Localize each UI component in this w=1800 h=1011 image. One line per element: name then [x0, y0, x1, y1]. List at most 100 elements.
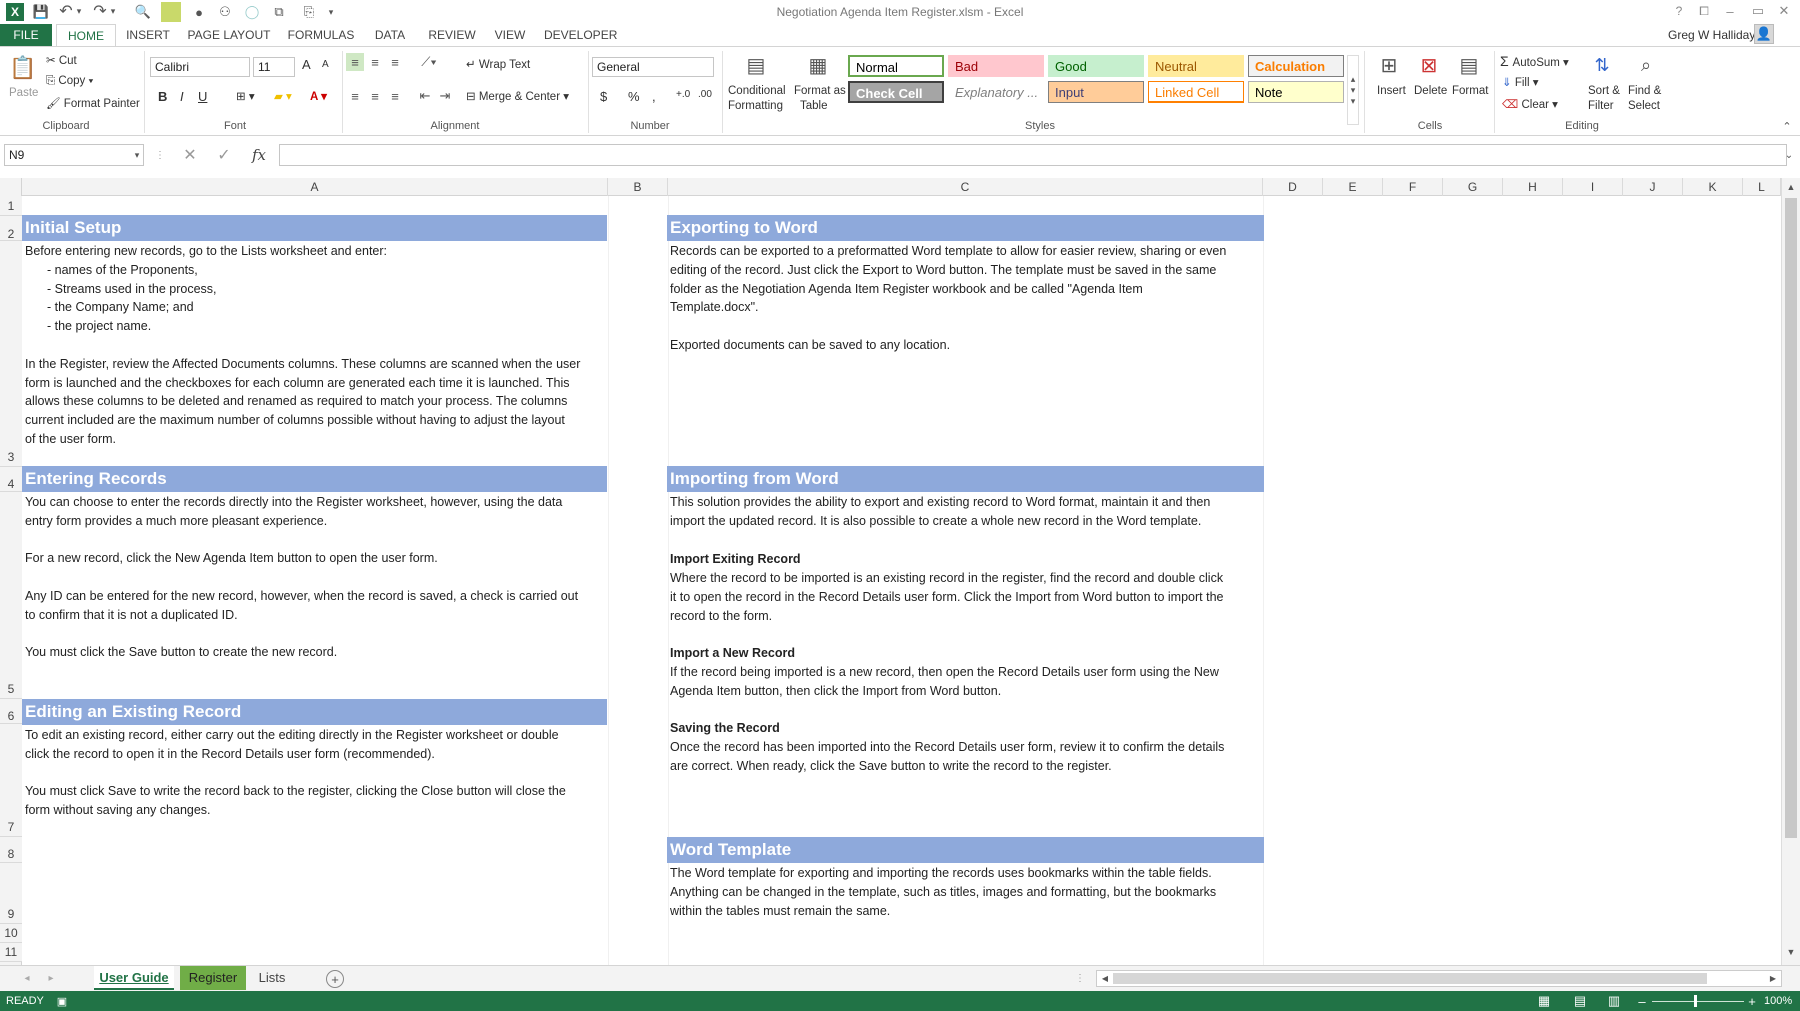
increase-decimal-icon[interactable]: +.0 — [676, 89, 690, 100]
fill-button[interactable]: ⇓ Fill ▾ — [1502, 75, 1539, 89]
row-header[interactable]: 1 — [0, 196, 22, 216]
horizontal-scroll-thumb[interactable] — [1113, 973, 1707, 984]
cell-style-bad[interactable]: Bad — [948, 55, 1044, 77]
tab-file[interactable]: FILE — [0, 24, 52, 47]
cell-style-check-cell[interactable]: Check Cell — [848, 81, 944, 103]
zoom-in-icon[interactable]: + — [1746, 993, 1758, 1009]
increase-indent-icon[interactable]: ⇥ — [436, 87, 454, 105]
tab-developer[interactable]: DEVELOPER — [544, 24, 617, 47]
sheet-tab-register[interactable]: Register — [180, 966, 246, 990]
cell-style-explanatory[interactable]: Explanatory ... — [948, 81, 1044, 103]
binoculars-icon[interactable]: ⌕ — [1632, 51, 1660, 79]
align-center-icon[interactable]: ≡ — [366, 87, 384, 105]
zoom-out-icon[interactable]: – — [1636, 993, 1648, 1009]
avatar[interactable]: 👤 — [1754, 24, 1774, 44]
tab-split-handle-icon[interactable]: ⋮ — [1075, 970, 1085, 986]
row-header[interactable]: 11 — [0, 943, 22, 962]
align-left-icon[interactable]: ≡ — [346, 87, 364, 105]
cell-style-linked-cell[interactable]: Linked Cell — [1148, 81, 1244, 103]
scroll-left-icon[interactable]: ◀ — [1099, 972, 1111, 985]
underline-button[interactable]: U — [198, 89, 207, 104]
column-header-k[interactable]: K — [1683, 178, 1743, 196]
restore-icon[interactable]: ▭ — [1748, 2, 1768, 20]
column-header-l[interactable]: L — [1743, 178, 1781, 196]
comma-button[interactable]: , — [652, 89, 656, 104]
currency-button[interactable]: $ — [600, 89, 607, 104]
zoom-slider-thumb[interactable] — [1694, 995, 1697, 1007]
column-header-a[interactable]: A — [22, 178, 608, 196]
merge-center-button[interactable]: ⊟ Merge & Center ▾ — [466, 89, 569, 103]
tab-page-layout[interactable]: PAGE LAYOUT — [186, 24, 272, 47]
vertical-scroll-thumb[interactable] — [1785, 198, 1797, 838]
column-header-g[interactable]: G — [1443, 178, 1503, 196]
help-icon[interactable]: ? — [1670, 2, 1688, 20]
row-header[interactable]: 6 — [0, 699, 22, 724]
cell-style-normal[interactable]: Normal — [848, 55, 944, 77]
column-header-f[interactable]: F — [1383, 178, 1443, 196]
close-icon[interactable]: ✕ — [1774, 2, 1794, 20]
vertical-scrollbar[interactable]: ▲ ▼ — [1781, 178, 1800, 965]
sort-filter-icon[interactable]: ⇅ — [1588, 51, 1616, 79]
number-format-select[interactable]: General — [592, 57, 714, 77]
name-box[interactable]: N9 — [4, 144, 144, 166]
align-top-icon[interactable]: ≡ — [346, 53, 364, 71]
italic-button[interactable]: I — [180, 89, 184, 104]
row-header[interactable]: 10 — [0, 924, 22, 943]
cell-style-note[interactable]: Note — [1248, 81, 1344, 103]
column-header-j[interactable]: J — [1623, 178, 1683, 196]
cell-style-input[interactable]: Input — [1048, 81, 1144, 103]
macro-record-icon[interactable]: ▣ — [54, 993, 70, 1009]
normal-view-icon[interactable]: ▦ — [1536, 993, 1552, 1009]
format-as-table-label-2[interactable]: Table — [800, 100, 828, 112]
fill-color-icon[interactable]: ▰ ▾ — [274, 89, 292, 103]
tab-insert[interactable]: INSERT — [122, 24, 174, 47]
percent-button[interactable]: % — [628, 89, 640, 104]
user-name[interactable]: Greg W Halliday — [1668, 28, 1755, 42]
tab-home[interactable]: HOME — [56, 24, 116, 47]
worksheet-grid[interactable]: Initial Setup Before entering new record… — [22, 196, 1781, 965]
sort-filter-label-2[interactable]: Filter — [1588, 100, 1614, 112]
orientation-icon[interactable]: ⟋▾ — [416, 53, 442, 71]
cell-style-calculation[interactable]: Calculation — [1248, 55, 1344, 77]
gallery-scroll-icon[interactable]: ▴ ▾ ▾ — [1347, 55, 1359, 125]
enter-formula-icon[interactable]: ✓ — [214, 145, 234, 165]
scroll-sheets-right-icon[interactable]: ▸ — [44, 970, 58, 986]
align-right-icon[interactable]: ≡ — [386, 87, 404, 105]
format-painter-button[interactable]: 🖌 Format Painter — [46, 96, 140, 110]
tab-view[interactable]: VIEW — [490, 24, 530, 47]
conditional-formatting-label-2[interactable]: Formatting — [728, 100, 783, 112]
page-layout-view-icon[interactable]: ▤ — [1572, 993, 1588, 1009]
row-header[interactable]: 9 — [0, 863, 22, 924]
decrease-indent-icon[interactable]: ⇤ — [416, 87, 434, 105]
row-header[interactable]: 5 — [0, 492, 22, 699]
cell-style-good[interactable]: Good — [1048, 55, 1144, 77]
row-header[interactable]: 2 — [0, 216, 22, 241]
select-all-button[interactable] — [0, 178, 22, 196]
align-bottom-icon[interactable]: ≡ — [386, 53, 404, 71]
insert-cells-icon[interactable]: ⊞ — [1376, 51, 1402, 79]
borders-icon[interactable]: ⊞ ▾ — [236, 89, 255, 103]
column-header-i[interactable]: I — [1563, 178, 1623, 196]
autosum-button[interactable]: Σ AutoSum ▾ — [1500, 53, 1569, 69]
minimize-icon[interactable]: – — [1720, 2, 1740, 20]
scroll-sheets-left-icon[interactable]: ◂ — [20, 970, 34, 986]
cancel-formula-icon[interactable]: ✕ — [180, 145, 200, 165]
row-header[interactable]: 4 — [0, 467, 22, 492]
font-size-select[interactable]: 11 — [253, 57, 295, 77]
cell-style-neutral[interactable]: Neutral — [1148, 55, 1244, 77]
zoom-level[interactable]: 100% — [1764, 995, 1792, 1007]
wrap-text-button[interactable]: ↵ Wrap Text — [466, 57, 530, 71]
collapse-ribbon-icon[interactable]: ⌃ — [1780, 119, 1794, 133]
row-header[interactable]: 8 — [0, 837, 22, 863]
zoom-slider[interactable] — [1652, 1001, 1744, 1002]
page-break-view-icon[interactable]: ▥ — [1606, 993, 1622, 1009]
column-header-h[interactable]: H — [1503, 178, 1563, 196]
format-cells-icon[interactable]: ▤ — [1456, 51, 1482, 79]
row-header[interactable]: 7 — [0, 724, 22, 837]
shrink-font-icon[interactable]: A — [322, 59, 329, 70]
tab-formulas[interactable]: FORMULAS — [284, 24, 358, 47]
delete-cells-icon[interactable]: ⊠ — [1416, 51, 1442, 79]
scroll-right-icon[interactable]: ▶ — [1767, 972, 1779, 985]
align-middle-icon[interactable]: ≡ — [366, 53, 384, 71]
tab-review[interactable]: REVIEW — [424, 24, 480, 47]
